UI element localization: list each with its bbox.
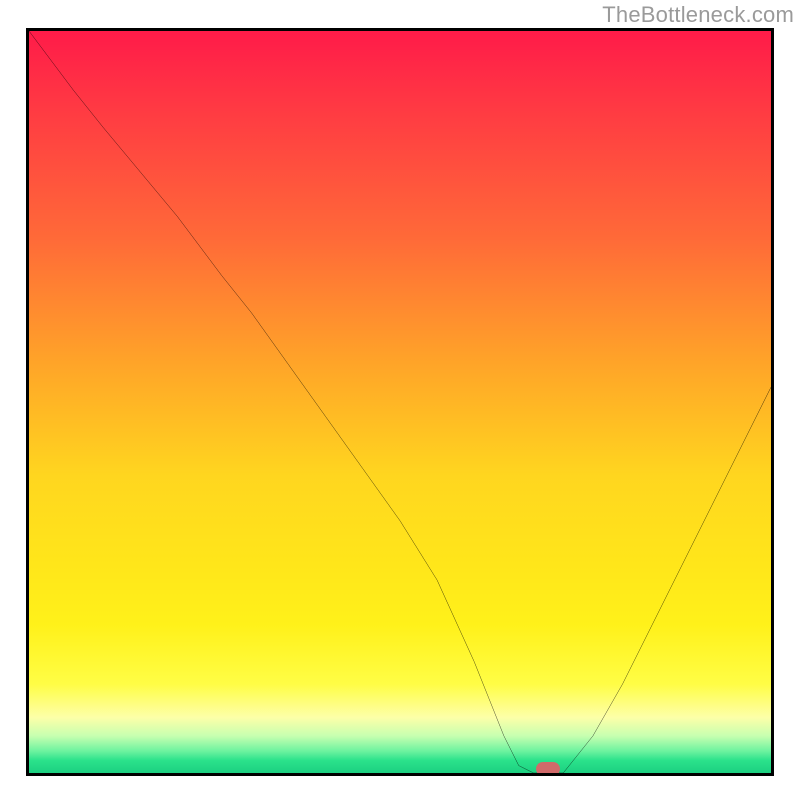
chart-container: TheBottleneck.com [0,0,800,800]
plot-frame [26,28,774,776]
bottleneck-curve [29,31,771,773]
watermark-text: TheBottleneck.com [602,2,794,28]
optimum-badge [536,762,560,776]
